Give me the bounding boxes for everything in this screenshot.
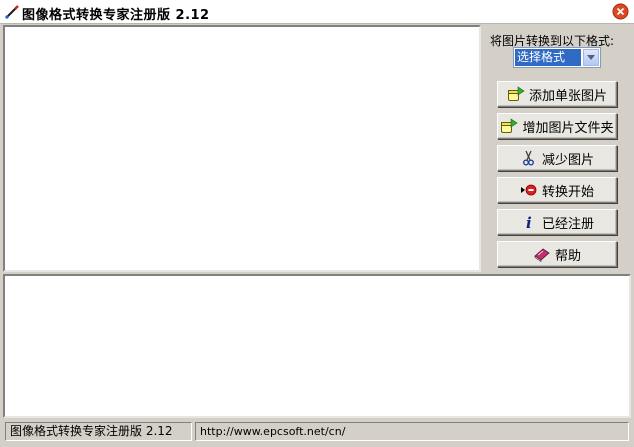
add-single-image-label: 添加单张图片 bbox=[528, 88, 607, 104]
image-file-list[interactable] bbox=[3, 25, 481, 272]
chevron-down-icon[interactable] bbox=[583, 49, 599, 66]
start-convert-label: 转换开始 bbox=[541, 184, 594, 200]
add-folder-icon bbox=[500, 118, 519, 134]
status-app-name: 图像格式转换专家注册版 2.12 bbox=[5, 422, 192, 441]
format-select-value: 选择格式 bbox=[515, 49, 581, 66]
title-bar[interactable]: 图像格式转换专家注册版 2.12 bbox=[0, 0, 634, 24]
registered-button[interactable]: i 已经注册 bbox=[497, 209, 617, 235]
help-button[interactable]: 帮助 bbox=[497, 241, 617, 267]
remove-image-button[interactable]: 减少图片 bbox=[497, 145, 617, 171]
svg-text:i: i bbox=[526, 214, 532, 230]
registered-label: 已经注册 bbox=[541, 216, 594, 232]
start-convert-button[interactable]: 转换开始 bbox=[497, 177, 617, 203]
pen-wand-icon bbox=[4, 4, 20, 20]
log-output-area[interactable] bbox=[3, 274, 631, 418]
format-select[interactable]: 选择格式 bbox=[513, 47, 601, 68]
remove-image-label: 减少图片 bbox=[541, 152, 594, 168]
status-url-link[interactable]: http://www.epcsoft.net/cn/ bbox=[195, 422, 629, 441]
add-image-folder-label: 增加图片文件夹 bbox=[522, 120, 614, 136]
help-label: 帮助 bbox=[554, 248, 581, 264]
status-bar: 图像格式转换专家注册版 2.12 http://www.epcsoft.net/… bbox=[0, 419, 634, 447]
add-image-folder-button[interactable]: 增加图片文件夹 bbox=[497, 113, 617, 139]
scissors-icon bbox=[520, 150, 538, 166]
add-single-image-button[interactable]: 添加单张图片 bbox=[497, 81, 617, 107]
window-title: 图像格式转换专家注册版 2.12 bbox=[22, 8, 210, 23]
help-book-icon bbox=[533, 246, 551, 262]
add-image-icon bbox=[507, 86, 525, 102]
close-icon[interactable] bbox=[612, 3, 629, 20]
control-panel: 将图片转换到以下格式: 选择格式 添加单张图片 增加图片文件夹 减少图片 转换开… bbox=[482, 25, 632, 272]
info-icon: i bbox=[520, 214, 538, 230]
record-start-icon bbox=[520, 182, 538, 198]
